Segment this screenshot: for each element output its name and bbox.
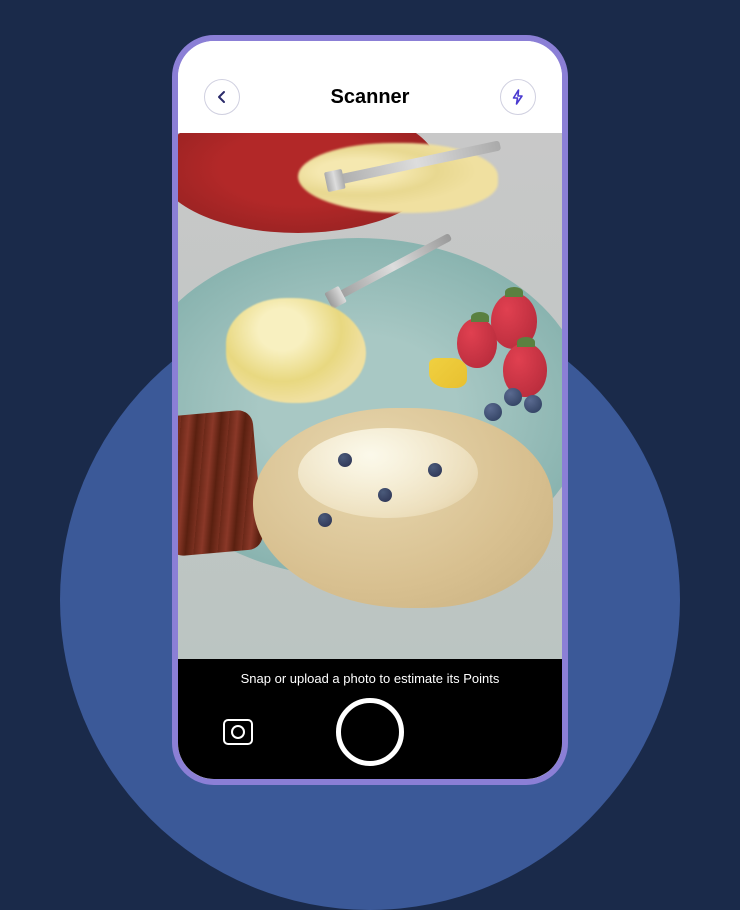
- scrambled-eggs: [226, 298, 366, 403]
- camera-viewport: Snap or upload a photo to estimate its P…: [178, 133, 562, 779]
- camera-controls: [178, 698, 562, 766]
- blueberry: [524, 395, 542, 413]
- blueberry: [338, 453, 352, 467]
- flash-button[interactable]: [500, 79, 536, 115]
- blueberry: [378, 488, 392, 502]
- blueberry: [484, 403, 502, 421]
- app-header: Scanner: [178, 41, 562, 133]
- lightning-bolt-icon: [510, 89, 526, 105]
- shutter-button[interactable]: [336, 698, 404, 766]
- back-button[interactable]: [204, 79, 240, 115]
- blueberry: [318, 513, 332, 527]
- gallery-button[interactable]: [223, 719, 253, 745]
- camera-controls-bar: Snap or upload a photo to estimate its P…: [178, 659, 562, 779]
- phone-screen: Scanner: [178, 41, 562, 779]
- strawberry: [457, 318, 497, 368]
- butter: [298, 428, 478, 518]
- camera-hint-text: Snap or upload a photo to estimate its P…: [241, 671, 500, 686]
- phone-mockup: Scanner: [172, 35, 568, 785]
- page-title: Scanner: [331, 86, 410, 109]
- arrow-left-icon: [214, 89, 230, 105]
- pineapple: [429, 358, 467, 388]
- blueberry: [504, 388, 522, 406]
- bacon: [178, 409, 264, 557]
- blueberry: [428, 463, 442, 477]
